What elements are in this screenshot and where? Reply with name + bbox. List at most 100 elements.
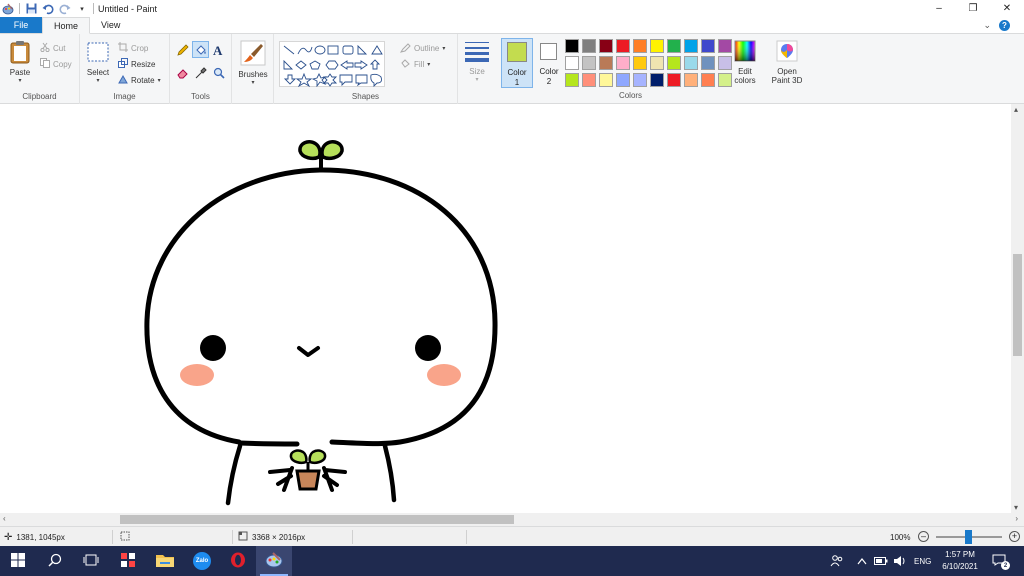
vertical-scroll-thumb[interactable] [1013,254,1022,356]
clock-date: 6/10/2021 [942,562,978,571]
shapes-gallery[interactable] [279,41,385,87]
close-button[interactable]: ✕ [990,0,1024,17]
select-button[interactable]: Select ▾ [85,42,111,84]
sprout-leaf-right [320,140,344,161]
horizontal-scroll-thumb[interactable] [120,515,514,524]
palette-swatch[interactable] [684,39,698,53]
people-icon[interactable] [830,546,844,576]
divider [232,530,233,544]
battery-icon[interactable] [874,546,888,576]
help-icon[interactable]: ? [999,20,1010,31]
palette-swatch[interactable] [667,39,681,53]
color1-button[interactable]: Color 1 [501,38,533,88]
palette-swatch[interactable] [701,39,715,53]
palette-swatch[interactable] [633,73,647,87]
magnifier-icon[interactable] [213,67,225,81]
open-paint3d-button[interactable]: Open Paint 3D [768,40,806,85]
brushes-button[interactable]: Brushes ▾ [236,40,270,86]
palette-swatch[interactable] [633,39,647,53]
crop-button[interactable]: Crop [118,42,148,54]
palette-swatch[interactable] [565,39,579,53]
start-button[interactable] [0,546,36,576]
taskbar-opera[interactable] [220,546,256,576]
taskbar-file-explorer[interactable] [147,546,183,576]
search-button[interactable] [37,546,73,576]
palette-swatch[interactable] [616,39,630,53]
palette-swatch[interactable] [582,73,596,87]
resize-button[interactable]: Resize [118,58,155,70]
palette-swatch[interactable] [633,56,647,70]
tab-file[interactable]: File [0,17,42,33]
palette-swatch[interactable] [582,39,596,53]
palette-swatch[interactable] [667,73,681,87]
scroll-down-icon[interactable]: ▾ [1014,503,1018,512]
palette-swatch[interactable] [582,56,596,70]
eraser-icon[interactable] [177,67,189,81]
vertical-scrollbar[interactable]: ▴ ▾ [1011,104,1024,513]
palette-swatch[interactable] [565,56,579,70]
chevron-down-icon: ▾ [157,77,161,84]
zoom-slider-thumb[interactable] [965,530,972,544]
notification-center-button[interactable]: 2 [992,546,1010,576]
cursor-position-text: 1381, 1045px [16,532,65,542]
scroll-up-icon[interactable]: ▴ [1014,105,1018,114]
taskbar-zalo[interactable]: Zalo [184,546,220,576]
paint-app-icon[interactable] [2,3,14,15]
undo-icon[interactable] [42,3,54,15]
edit-colors-button[interactable]: Edit colors [730,40,760,85]
cut-button[interactable]: Cut [40,42,65,54]
palette-swatch[interactable] [684,73,698,87]
volume-icon[interactable] [893,546,907,576]
pencil-icon[interactable] [177,44,189,58]
outline-button[interactable]: Outline ▾ [399,42,445,55]
taskbar: Zalo ENG 1:57 PM 6/10/2021 2 [0,546,1024,576]
maximize-button[interactable]: ❐ [956,0,990,17]
language-indicator[interactable]: ENG [914,546,931,576]
tab-view[interactable]: View [90,17,131,33]
zoom-in-button[interactable]: + [1009,531,1020,542]
taskbar-app-store[interactable] [110,546,146,576]
palette-swatch[interactable] [599,73,613,87]
customize-quick-access-icon[interactable]: ▾ [76,3,88,15]
shapes-scroll[interactable] [386,50,392,96]
palette-swatch[interactable] [599,56,613,70]
horizontal-scrollbar[interactable]: ‹ › [0,513,1024,526]
size-button[interactable]: Size ▾ [462,40,492,83]
palette-swatch[interactable] [599,39,613,53]
rotate-button[interactable]: Rotate ▾ [118,74,161,86]
palette-swatch[interactable] [650,39,664,53]
palette-swatch[interactable] [650,73,664,87]
status-bar: ✛ 1381, 1045px 3368 × 2016px 100% – + [0,526,1024,546]
save-icon[interactable] [25,3,37,15]
palette-swatch[interactable] [565,73,579,87]
tab-home[interactable]: Home [42,17,91,34]
drawing-canvas[interactable] [0,104,1011,513]
scroll-right-icon[interactable]: › [1015,514,1018,523]
taskbar-paint[interactable] [256,546,292,576]
palette-swatch[interactable] [701,73,715,87]
color2-button[interactable]: Color 2 [535,38,563,88]
palette-swatch[interactable] [667,56,681,70]
copy-button[interactable]: Copy [40,58,72,70]
text-tool-icon[interactable]: A [213,43,222,59]
zalo-icon: Zalo [193,552,211,570]
palette-swatch[interactable] [616,56,630,70]
image-size-text: 3368 × 2016px [252,532,306,542]
task-view-button[interactable] [73,546,109,576]
fill-button[interactable]: Fill ▾ [400,58,430,71]
palette-swatch[interactable] [684,56,698,70]
tray-overflow-icon[interactable] [857,546,867,576]
color-picker-icon[interactable] [195,67,207,81]
collapse-ribbon-icon[interactable]: ⌄ [983,20,991,31]
clock[interactable]: 1:57 PM 6/10/2021 [938,549,982,573]
fill-bucket-icon[interactable] [192,41,209,58]
paste-button[interactable]: Paste ▾ [7,40,33,84]
resize-icon [118,58,128,70]
zoom-out-button[interactable]: – [918,531,929,542]
palette-swatch[interactable] [701,56,715,70]
scroll-left-icon[interactable]: ‹ [3,514,6,523]
palette-swatch[interactable] [616,73,630,87]
palette-swatch[interactable] [650,56,664,70]
minimize-button[interactable]: – [922,0,956,17]
redo-icon[interactable] [59,3,71,15]
